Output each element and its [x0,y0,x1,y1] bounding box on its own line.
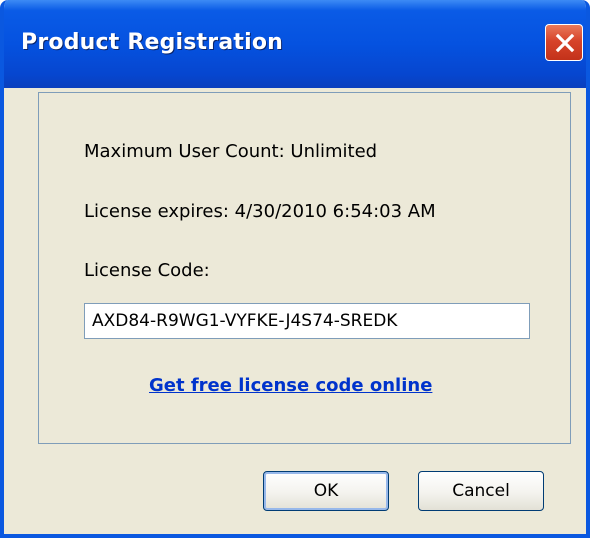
close-button[interactable] [545,24,583,61]
window-title: Product Registration [21,30,284,55]
close-x-icon [555,33,575,53]
license-code-input[interactable] [84,303,530,339]
max-user-count-text: Maximum User Count: Unlimited [84,141,378,162]
ok-button[interactable]: OK [263,471,389,511]
cancel-button[interactable]: Cancel [418,471,544,511]
license-expires-text: License expires: 4/30/2010 6:54:03 AM [84,201,436,222]
title-bar[interactable]: Product Registration [4,0,586,88]
free-license-link[interactable]: Get free license code online [149,375,432,396]
license-info-group: Maximum User Count: Unlimited License ex… [38,92,571,444]
license-code-label: License Code: [84,260,210,281]
product-registration-dialog: Product Registration Maximum User Count:… [0,0,590,538]
